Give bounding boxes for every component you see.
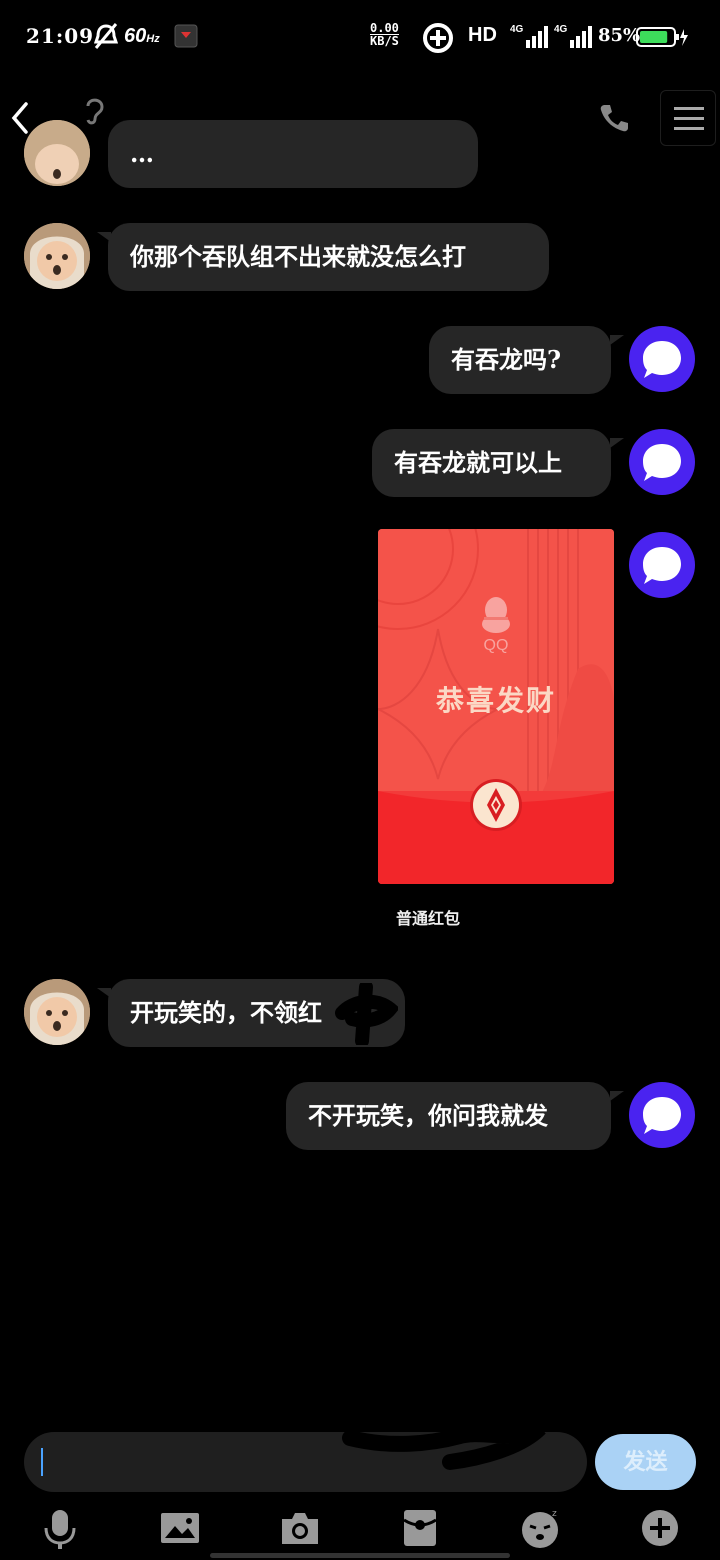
message-text: … xyxy=(130,139,154,168)
app-notification-icon xyxy=(174,24,198,52)
input-toolbar: z xyxy=(0,1500,720,1560)
battery-icon xyxy=(636,26,690,52)
message-bubble-incoming[interactable]: 你那个吞队组不出来就没怎么打 xyxy=(108,223,549,291)
plus-icon[interactable] xyxy=(638,1506,682,1550)
battery-percent: 85% xyxy=(598,25,641,46)
hd-voice-label: HD xyxy=(468,24,497,46)
message-text: 有吞龙就可以上 xyxy=(394,448,562,477)
red-packet-card[interactable]: QQ 恭喜发财 xyxy=(378,529,614,884)
self-avatar[interactable] xyxy=(629,429,695,495)
red-packet-icon[interactable] xyxy=(398,1506,442,1550)
image-icon[interactable] xyxy=(158,1506,202,1550)
status-bar: 21:09 60Hz 0.00 KB/S HD 4G 4G 85% xyxy=(0,0,720,76)
earpiece-mode-icon[interactable] xyxy=(80,94,108,130)
menu-icon xyxy=(674,106,704,136)
camera-icon[interactable] xyxy=(278,1506,322,1550)
svg-text:4G: 4G xyxy=(510,24,524,35)
red-packet-caption: 普通红包 xyxy=(396,909,461,928)
text-cursor xyxy=(41,1448,43,1476)
bubble-tail xyxy=(610,1091,624,1101)
bubble-tail xyxy=(610,335,624,345)
message-bubble-outgoing[interactable]: 有吞龙就可以上 xyxy=(372,429,611,497)
phone-icon[interactable] xyxy=(598,102,630,138)
self-avatar[interactable] xyxy=(629,326,695,392)
alarm-off-icon xyxy=(93,22,119,54)
contact-avatar[interactable] xyxy=(24,120,90,186)
signal-4g-icon: 4G xyxy=(510,22,550,54)
self-avatar[interactable] xyxy=(629,1082,695,1148)
microphone-icon[interactable] xyxy=(38,1506,82,1550)
refresh-rate: 60Hz xyxy=(124,25,160,47)
network-speed: 0.00 KB/S xyxy=(370,21,399,48)
qq-penguin-icon xyxy=(479,597,513,639)
message-text: 不开玩笑，你问我就发 xyxy=(308,1101,548,1130)
emoji-icon[interactable]: z xyxy=(518,1506,562,1550)
message-text: 你那个吞队组不出来就没怎么打 xyxy=(130,242,466,271)
send-button[interactable]: 发送 xyxy=(595,1434,696,1490)
message-bubble-incoming[interactable]: … xyxy=(108,120,478,188)
red-packet-brand: QQ xyxy=(483,637,509,654)
bubble-tail xyxy=(610,438,624,448)
message-text: 开玩笑的，不领红 xyxy=(130,998,322,1027)
redaction-scribble xyxy=(332,980,400,1049)
data-saver-icon xyxy=(422,22,454,58)
red-packet-greeting: 恭喜发财 xyxy=(435,684,556,717)
home-indicator xyxy=(210,1553,510,1558)
signal-4g-icon: 4G xyxy=(554,22,594,54)
self-avatar[interactable] xyxy=(629,532,695,598)
message-bubble-outgoing[interactable]: 不开玩笑，你问我就发 xyxy=(286,1082,611,1150)
svg-text:z: z xyxy=(552,1509,557,1519)
contact-avatar[interactable] xyxy=(24,223,90,289)
message-bubble-outgoing[interactable]: 有吞龙吗? xyxy=(429,326,611,394)
menu-button[interactable] xyxy=(660,90,716,146)
svg-text:4G: 4G xyxy=(554,24,568,35)
contact-avatar[interactable] xyxy=(24,979,90,1045)
redaction-scribble xyxy=(340,1418,570,1482)
red-packet-open-icon xyxy=(469,778,523,836)
status-time: 21:09 xyxy=(26,24,95,48)
message-text: 有吞龙吗? xyxy=(451,345,562,374)
